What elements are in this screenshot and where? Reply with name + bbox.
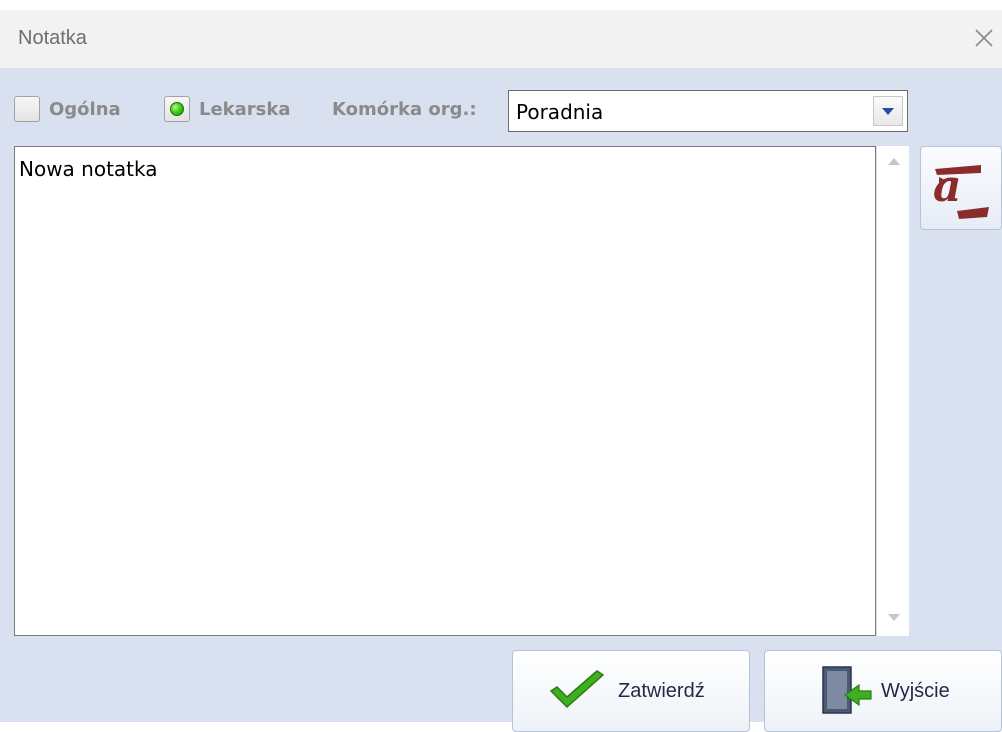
scroll-up-icon[interactable] <box>888 158 900 165</box>
medical-label: Lekarska <box>199 98 291 120</box>
note-text-area[interactable]: Nowa notatka <box>14 146 876 636</box>
medical-checkbox[interactable] <box>164 96 190 122</box>
dropdown-button[interactable] <box>873 96 903 126</box>
exit-button[interactable]: Wyjście <box>764 650 1002 732</box>
note-dialog: Notatka Ogólna Lekarska Komórka org.: Po… <box>0 10 1002 732</box>
general-label: Ogólna <box>49 98 121 120</box>
org-unit-label: Komórka org.: <box>332 98 477 120</box>
window-title: Notatka <box>18 27 87 49</box>
note-text: Nowa notatka <box>19 157 158 181</box>
org-unit-select[interactable]: Poradnia <box>508 90 908 132</box>
general-checkbox[interactable] <box>14 96 40 122</box>
org-unit-value: Poradnia <box>516 100 604 124</box>
door-exit-icon <box>822 666 872 714</box>
confirm-label: Zatwierdź <box>618 680 705 702</box>
checked-indicator-icon <box>170 102 184 116</box>
editor-scrollbar[interactable] <box>877 146 909 636</box>
medical-option[interactable]: Lekarska <box>164 94 291 124</box>
general-option[interactable]: Ogólna <box>14 94 121 124</box>
exit-label: Wyjście <box>881 680 950 702</box>
scroll-down-icon[interactable] <box>888 614 900 621</box>
org-unit-label-wrap: Komórka org.: <box>332 94 477 124</box>
chevron-down-icon <box>882 108 894 115</box>
title-bar: Notatka <box>0 10 1002 68</box>
close-icon[interactable] <box>972 26 996 50</box>
font-format-icon: a <box>933 161 989 219</box>
confirm-button[interactable]: Zatwierdź <box>512 650 750 732</box>
checkmark-icon <box>549 670 605 709</box>
font-format-button[interactable]: a <box>920 146 1002 230</box>
